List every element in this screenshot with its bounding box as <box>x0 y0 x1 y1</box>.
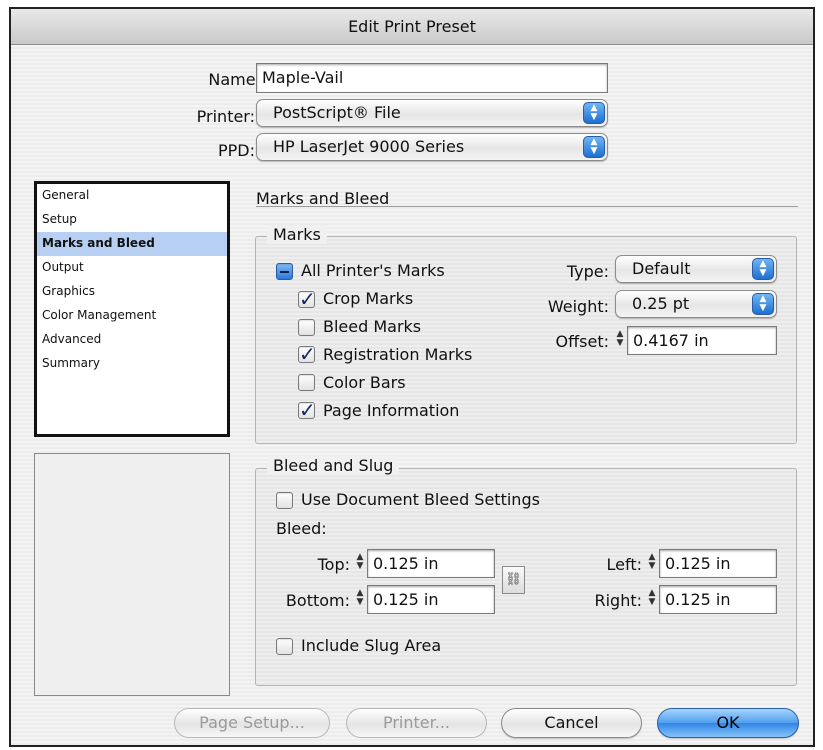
panel-divider <box>256 206 798 207</box>
right-bleed-field[interactable]: 0.125 in <box>659 585 777 614</box>
crop-marks-checkbox[interactable]: ✓ <box>298 289 316 309</box>
printer-popup-value: PostScript® File <box>273 103 401 122</box>
sidebar-item-output[interactable]: Output <box>37 256 227 280</box>
top-stepper-icon[interactable]: ▲ ▼ <box>353 550 367 574</box>
left-bleed-field[interactable]: 0.125 in <box>659 549 777 578</box>
printer-label: Printer: <box>196 107 255 126</box>
weight-label: Weight: <box>547 297 609 316</box>
sidebar-item-color-management[interactable]: Color Management <box>37 304 227 328</box>
ok-button[interactable]: OK <box>657 708 799 738</box>
offset-field[interactable]: 0.4167 in <box>627 326 777 355</box>
bleed-label: Bleed: <box>276 519 327 538</box>
include-slug-checkbox[interactable] <box>276 638 293 655</box>
type-popup[interactable]: Default ▲ ▼ <box>615 255 777 283</box>
bleed-marks-checkbox[interactable] <box>298 319 315 336</box>
offset-label: Offset: <box>555 332 609 351</box>
use-document-bleed-checkbox[interactable] <box>276 492 293 509</box>
cancel-button[interactable]: Cancel <box>501 708 642 738</box>
page-setup-button[interactable]: Page Setup... <box>174 708 330 738</box>
category-list: General Setup Marks and Bleed Output Gra… <box>34 181 230 437</box>
crop-marks-label: Crop Marks <box>323 289 414 308</box>
include-slug-label: Include Slug Area <box>301 636 442 655</box>
sidebar-item-setup[interactable]: Setup <box>37 208 227 232</box>
window-title: Edit Print Preset <box>11 9 813 45</box>
bleed-marks-label: Bleed Marks <box>323 317 422 336</box>
left-stepper-icon[interactable]: ▲ ▼ <box>645 550 659 574</box>
sidebar-item-advanced[interactable]: Advanced <box>37 328 227 352</box>
left-label: Left: <box>606 555 643 574</box>
name-label: Name: <box>208 70 261 89</box>
marks-group-title: Marks <box>267 225 327 244</box>
all-printers-marks-label: All Printer's Marks <box>301 261 445 280</box>
registration-marks-checkbox[interactable]: ✓ <box>298 344 316 364</box>
sidebar-item-marks-and-bleed[interactable]: Marks and Bleed <box>37 232 227 256</box>
all-printers-marks-checkbox[interactable] <box>276 263 293 280</box>
offset-stepper-icon[interactable]: ▲ ▼ <box>613 327 627 351</box>
bottom-label: Bottom: <box>285 591 350 610</box>
chain-link-icon[interactable]: ⛓ <box>502 566 525 594</box>
edit-print-preset-dialog: Edit Print Preset Name: Maple-Vail Print… <box>9 7 815 747</box>
popup-arrows-icon: ▲ ▼ <box>752 293 774 315</box>
ppd-popup-value: HP LaserJet 9000 Series <box>273 137 465 156</box>
bottom-bleed-field[interactable]: 0.125 in <box>367 585 495 614</box>
popup-arrows-icon: ▲ ▼ <box>752 258 774 280</box>
page-information-label: Page Information <box>323 401 460 420</box>
registration-marks-label: Registration Marks <box>323 345 473 364</box>
right-stepper-icon[interactable]: ▲ ▼ <box>645 586 659 610</box>
bleed-slug-group-title: Bleed and Slug <box>267 456 400 475</box>
ppd-popup[interactable]: HP LaserJet 9000 Series ▲ ▼ <box>256 133 608 161</box>
popup-arrows-icon: ▲ ▼ <box>583 102 605 124</box>
sidebar-item-general[interactable]: General <box>37 184 227 208</box>
sidebar-item-graphics[interactable]: Graphics <box>37 280 227 304</box>
top-label: Top: <box>317 555 350 574</box>
sidebar-item-summary[interactable]: Summary <box>37 352 227 376</box>
ppd-label: PPD: <box>217 141 255 160</box>
weight-popup-value: 0.25 pt <box>632 294 690 313</box>
color-bars-label: Color Bars <box>323 373 406 392</box>
weight-popup[interactable]: 0.25 pt ▲ ▼ <box>615 290 777 318</box>
type-popup-value: Default <box>632 259 691 278</box>
page-information-checkbox[interactable]: ✓ <box>298 400 316 420</box>
popup-arrows-icon: ▲ ▼ <box>583 136 605 158</box>
printer-button[interactable]: Printer... <box>346 708 487 738</box>
type-label: Type: <box>566 262 609 281</box>
bottom-stepper-icon[interactable]: ▲ ▼ <box>353 586 367 610</box>
use-document-bleed-label: Use Document Bleed Settings <box>301 490 540 509</box>
name-field[interactable]: Maple-Vail <box>256 63 608 93</box>
color-bars-checkbox[interactable] <box>298 374 315 391</box>
top-bleed-field[interactable]: 0.125 in <box>367 549 495 578</box>
printer-popup[interactable]: PostScript® File ▲ ▼ <box>256 99 608 127</box>
preview-area <box>34 453 230 696</box>
right-label: Right: <box>594 591 642 610</box>
